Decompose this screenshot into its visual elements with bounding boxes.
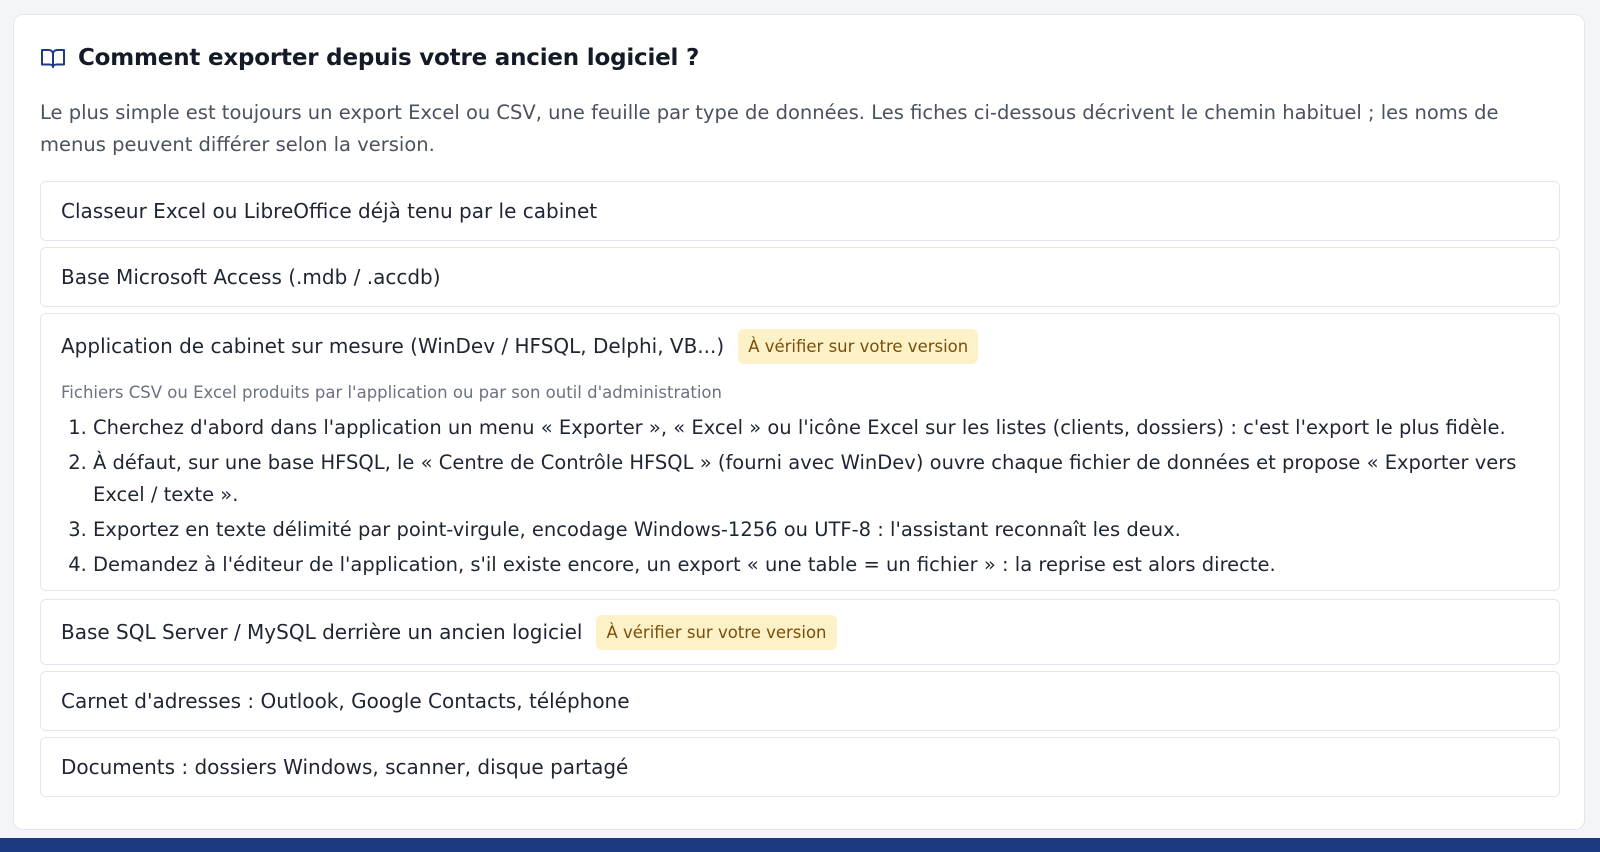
intro-text: Le plus simple est toujours un export Ex… xyxy=(40,101,1499,156)
page-title: Comment exporter depuis votre ancien log… xyxy=(78,45,700,71)
status-badge: À vérifier sur votre version xyxy=(596,614,837,650)
export-guide-card: Comment exporter depuis votre ancien log… xyxy=(13,14,1585,830)
accordion-subtitle: Fichiers CSV ou Excel produits par l'app… xyxy=(61,383,722,402)
card-header: Comment exporter depuis votre ancien log… xyxy=(40,45,699,71)
accordion-body: Fichiers CSV ou Excel produits par l'app… xyxy=(41,382,1559,581)
status-badge: À vérifier sur votre version xyxy=(738,328,979,364)
accordion-header[interactable]: Base SQL Server / MySQL derrière un anci… xyxy=(41,600,1559,664)
accordion-header[interactable]: Documents : dossiers Windows, scanner, d… xyxy=(41,738,1559,796)
accordion-title: Documents : dossiers Windows, scanner, d… xyxy=(61,755,629,779)
accordion-item-excel[interactable]: Classeur Excel ou LibreOffice déjà tenu … xyxy=(40,181,1560,241)
accordion-item-custom-app[interactable]: Application de cabinet sur mesure (WinDe… xyxy=(40,313,1560,591)
accordion-header[interactable]: Application de cabinet sur mesure (WinDe… xyxy=(41,314,1559,378)
accordion-item-sql-server[interactable]: Base SQL Server / MySQL derrière un anci… xyxy=(40,599,1560,665)
accordion-title: Carnet d'adresses : Outlook, Google Cont… xyxy=(61,689,630,713)
book-open-icon xyxy=(40,47,66,69)
accordion-header[interactable]: Base Microsoft Access (.mdb / .accdb) xyxy=(41,248,1559,306)
accordion-title: Application de cabinet sur mesure (WinDe… xyxy=(61,334,725,358)
step-item: Cherchez d'abord dans l'application un m… xyxy=(93,412,1539,444)
accordion-title: Base Microsoft Access (.mdb / .accdb) xyxy=(61,265,441,289)
accordion-item-address-book[interactable]: Carnet d'adresses : Outlook, Google Cont… xyxy=(40,671,1560,731)
accordion-item-documents[interactable]: Documents : dossiers Windows, scanner, d… xyxy=(40,737,1560,797)
accordion-title: Base SQL Server / MySQL derrière un anci… xyxy=(61,620,583,644)
accordion-header[interactable]: Carnet d'adresses : Outlook, Google Cont… xyxy=(41,672,1559,730)
steps-list: Cherchez d'abord dans l'application un m… xyxy=(61,412,1539,581)
step-item: Exportez en texte délimité par point-vir… xyxy=(93,514,1539,546)
step-item: À défaut, sur une base HFSQL, le « Centr… xyxy=(93,447,1539,511)
step-item: Demandez à l'éditeur de l'application, s… xyxy=(93,549,1539,581)
bottom-status-bar xyxy=(0,838,1600,852)
accordion-item-access[interactable]: Base Microsoft Access (.mdb / .accdb) xyxy=(40,247,1560,307)
accordion-title: Classeur Excel ou LibreOffice déjà tenu … xyxy=(61,199,598,223)
accordion-header[interactable]: Classeur Excel ou LibreOffice déjà tenu … xyxy=(41,182,1559,240)
